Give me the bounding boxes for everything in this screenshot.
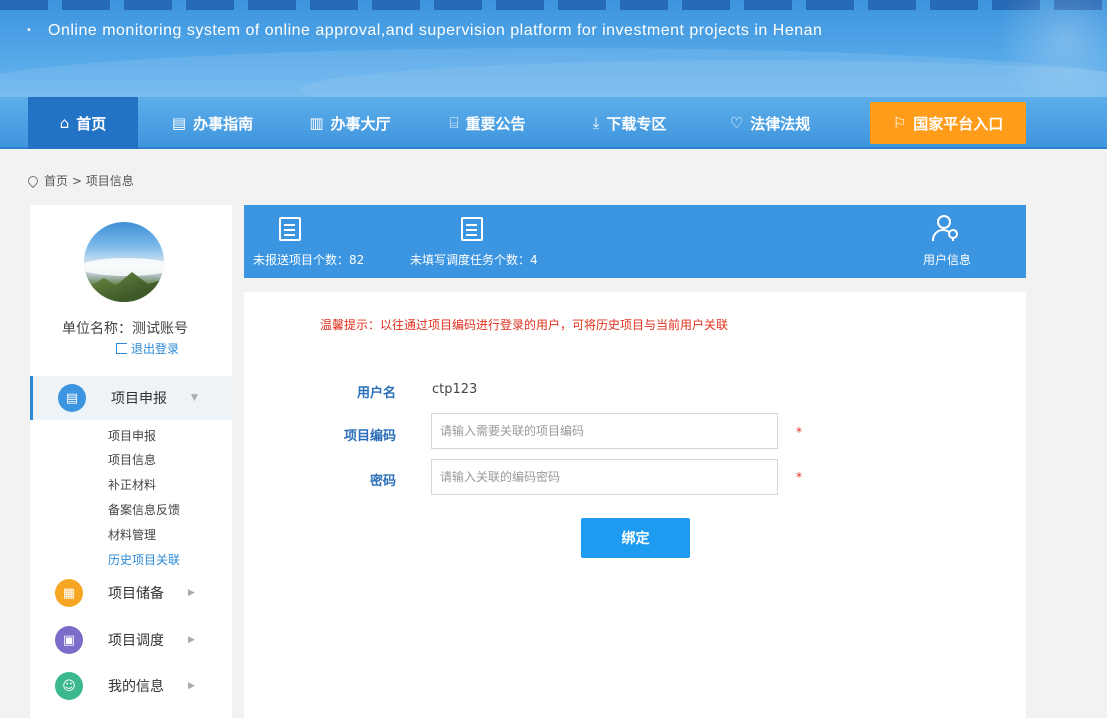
stat-user-label: 用户信息: [923, 253, 972, 267]
nav-guide[interactable]: ▤ 办事指南: [150, 97, 275, 149]
logout-label: 退出登录: [131, 342, 180, 356]
report-icon: [279, 217, 301, 241]
caret-down-icon: ▼: [191, 393, 198, 403]
menu-group-label: 我的信息: [108, 679, 164, 695]
stat-tasks-label: 未填写调度任务个数：4: [410, 253, 538, 267]
stat-unreported-projects[interactable]: 未报送项目个数：82: [244, 205, 394, 278]
menu-group-my-info[interactable]: ☺ 我的信息 ▶: [30, 664, 232, 708]
history-link-form: 温馨提示：以往通过项目编码进行登录的用户，可将历史项目与当前用户关联 用户名 c…: [244, 292, 1026, 718]
bind-button[interactable]: 绑定: [581, 518, 690, 558]
menu-group-project-dispatch[interactable]: ▣ 项目调度 ▶: [30, 618, 232, 662]
banner-dot-icon: •: [26, 25, 32, 36]
nav-law[interactable]: ♡ 法律法规: [705, 97, 835, 149]
download-icon: ⤓: [592, 114, 600, 132]
nav-law-label: 法律法规: [750, 114, 811, 133]
avatar-mountain: [84, 272, 164, 302]
archive-icon: ▦: [55, 579, 83, 607]
handshake-icon: ♡: [729, 114, 744, 132]
nav-hall[interactable]: ▥ 办事大厅: [290, 97, 410, 149]
caret-right-icon: ▶: [188, 588, 195, 598]
password-label: 密码: [369, 474, 396, 489]
sidebar: 单位名称：测试账号 退出登录 ▤ 项目申报 ▼ 项目申报 项目信息 补正材料 备…: [30, 205, 232, 718]
breadcrumb-home[interactable]: 首页: [44, 172, 68, 189]
caret-right-icon: ▶: [188, 681, 195, 691]
stat-unfilled-tasks[interactable]: 未填写调度任务个数：4: [404, 205, 564, 278]
header-banner: • Online monitoring system of online app…: [0, 0, 1107, 97]
document-icon: ▤: [171, 114, 187, 132]
banner-title-stripe: [0, 0, 1107, 10]
nav-home[interactable]: ⌂ 首页: [28, 97, 138, 149]
nav-notice[interactable]: ⌸ 重要公告: [425, 97, 550, 149]
main-nav: ⌂ 首页 ▤ 办事指南 ▥ 办事大厅 ⌸ 重要公告 ⤓ 下载专区 ♡ 法律法规 …: [0, 97, 1107, 149]
tip-notice: 温馨提示：以往通过项目编码进行登录的用户，可将历史项目与当前用户关联: [320, 318, 729, 332]
stats-bar: 未报送项目个数：82 未填写调度任务个数：4 用户信息: [244, 205, 1026, 278]
stat-user-info[interactable]: 用户信息: [916, 205, 986, 278]
sub-item-filing-feedback[interactable]: 备案信息反馈: [108, 501, 180, 518]
nav-hall-label: 办事大厅: [330, 114, 391, 133]
nav-download[interactable]: ⤓ 下载专区: [567, 97, 692, 149]
nav-national-label: 国家平台入口: [913, 114, 1004, 133]
clipboard-icon: ▤: [58, 384, 86, 412]
caret-right-icon: ▶: [188, 635, 195, 645]
breadcrumb-current: 项目信息: [85, 174, 134, 188]
nav-guide-label: 办事指南: [193, 114, 254, 133]
building-icon: ▥: [309, 114, 324, 132]
breadcrumb-separator: >: [68, 173, 86, 188]
username-value: ctp123: [432, 382, 478, 397]
user-settings-icon: [932, 215, 958, 243]
sub-item-supplement[interactable]: 补正材料: [108, 476, 156, 493]
password-input[interactable]: [431, 459, 778, 495]
home-icon: ⌂: [59, 114, 70, 132]
notice-icon: ⌸: [449, 114, 459, 132]
task-list-icon: [461, 217, 483, 241]
sub-item-project-info[interactable]: 项目信息: [108, 451, 156, 468]
required-mark: *: [796, 470, 802, 484]
menu-group-label: 项目储备: [108, 586, 164, 602]
banner-subtitle: Online monitoring system of online appro…: [48, 22, 823, 39]
logout-link[interactable]: 退出登录: [116, 340, 179, 357]
menu-group-project-reserve[interactable]: ▦ 项目储备 ▶: [30, 571, 232, 615]
banner-glow: [967, 0, 1107, 97]
nav-notice-label: 重要公告: [465, 114, 526, 133]
nav-download-label: 下载专区: [606, 114, 667, 133]
sub-item-history-link[interactable]: 历史项目关联: [108, 551, 180, 568]
breadcrumb: 首页 > 项目信息: [25, 172, 134, 189]
avatar-cloud: [84, 258, 164, 276]
flag-icon: ⚐: [892, 114, 907, 132]
menu-group-project-declare[interactable]: ▤ 项目申报 ▼: [30, 376, 232, 420]
menu-group-label: 项目申报: [111, 391, 167, 407]
sub-item-material-management[interactable]: 材料管理: [108, 526, 156, 543]
nav-home-label: 首页: [76, 114, 107, 133]
nav-national-platform[interactable]: ⚐ 国家平台入口: [870, 102, 1026, 144]
project-code-label: 项目编码: [343, 429, 396, 444]
username-label: 用户名: [356, 386, 396, 401]
project-code-input[interactable]: [431, 413, 778, 449]
sub-item-project-declare[interactable]: 项目申报: [108, 427, 156, 444]
user-icon: ☺: [55, 672, 83, 700]
required-mark: *: [796, 425, 802, 439]
unit-name: 单位名称：测试账号: [62, 321, 188, 337]
stat-unreported-label: 未报送项目个数：82: [253, 253, 365, 267]
avatar: [84, 222, 164, 302]
logout-icon: [116, 343, 127, 354]
schedule-icon: ▣: [55, 626, 83, 654]
location-pin-icon: [25, 173, 41, 188]
menu-group-label: 项目调度: [108, 633, 164, 649]
